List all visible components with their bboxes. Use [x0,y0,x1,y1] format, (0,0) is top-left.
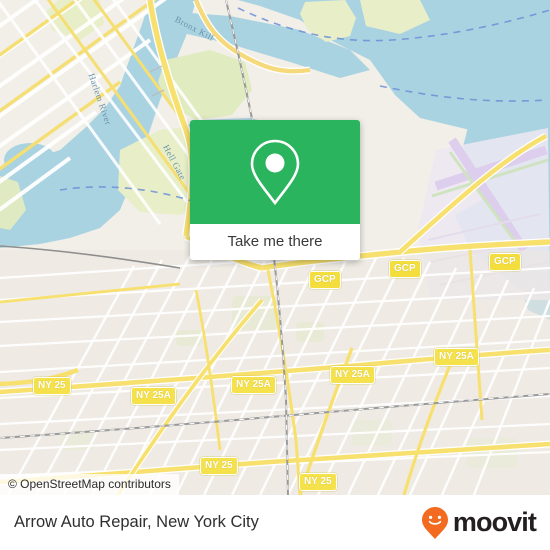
shield-ny25-left: NY 25 [33,377,71,395]
map-pin-icon [250,139,300,206]
take-me-there-card[interactable]: Take me there [190,120,360,260]
shield-ny25a-right: NY 25A [434,348,479,366]
take-me-there-label[interactable]: Take me there [190,224,360,260]
shield-ny25-bottom-right: NY 25 [299,473,337,491]
place-title: Arrow Auto Repair, New York City [14,513,259,531]
shield-ny25a-mid: NY 25A [330,366,375,384]
shield-ny25a-far-left: NY 25A [131,387,176,405]
moovit-smiley-pin-icon [421,506,448,539]
shield-ny25-bottom-left: NY 25 [200,457,238,475]
card-pin-area [190,120,360,224]
shield-ny25a-left: NY 25A [231,376,276,394]
moovit-logo[interactable]: moovit [420,506,537,540]
osm-attribution[interactable]: © OpenStreetMap contributors [0,474,179,495]
footer-bar: Arrow Auto Repair, New York City moovit [0,495,550,550]
moovit-wordmark: moovit [452,507,537,537]
shield-gcp-1: GCP [309,271,341,289]
shield-gcp-3: GCP [489,253,521,271]
map-canvas[interactable]: Bronx Kill Harlem River Hell Gate GCP GC… [0,0,550,495]
moovit-map-screenshot: Bronx Kill Harlem River Hell Gate GCP GC… [0,0,550,550]
shield-gcp-2: GCP [389,260,421,278]
